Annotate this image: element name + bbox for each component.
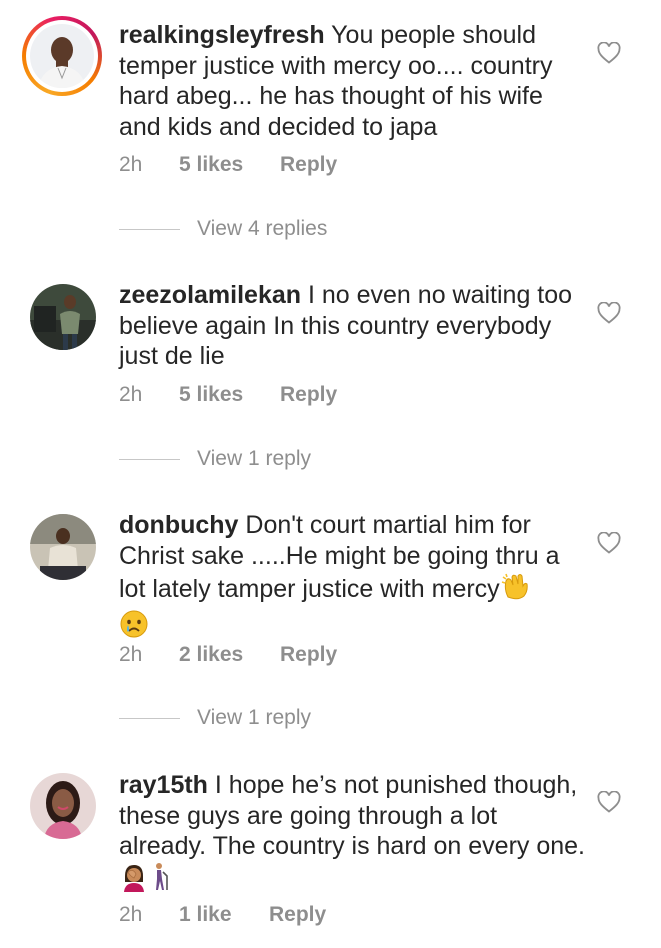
comment-meta: 2h 5 likes Reply bbox=[119, 153, 337, 177]
reply-button[interactable]: Reply bbox=[280, 643, 337, 667]
reply-button[interactable]: Reply bbox=[280, 383, 337, 407]
avatar-story-ring[interactable] bbox=[22, 16, 102, 96]
comment-text: realkingsleyfresh You people should temp… bbox=[119, 20, 589, 142]
view-replies-button[interactable]: View 4 replies bbox=[119, 217, 327, 241]
view-replies-button[interactable]: View 1 reply bbox=[119, 447, 311, 471]
comment-meta: 2h 1 like Reply bbox=[119, 903, 326, 927]
comment-time: 2h bbox=[119, 643, 143, 666]
view-replies-label: View 4 replies bbox=[197, 217, 328, 240]
like-heart-icon[interactable] bbox=[597, 532, 621, 554]
comment-text: donbuchy Don't court martial him for Chr… bbox=[119, 510, 589, 646]
comment-username[interactable]: realkingsleyfresh bbox=[119, 21, 325, 49]
comment-likes[interactable]: 5 likes bbox=[179, 383, 280, 407]
clapping-hands-emoji bbox=[500, 571, 530, 609]
reply-button[interactable]: Reply bbox=[280, 153, 337, 177]
comment-likes[interactable]: 1 like bbox=[179, 903, 269, 927]
comment-likes[interactable]: 5 likes bbox=[179, 153, 280, 177]
person-walking-with-cane-emoji bbox=[149, 862, 171, 900]
view-replies-button[interactable]: View 1 reply bbox=[119, 706, 311, 730]
avatar bbox=[30, 24, 94, 88]
view-replies-label: View 1 reply bbox=[197, 447, 312, 470]
comment-username[interactable]: ray15th bbox=[119, 771, 208, 799]
avatar[interactable] bbox=[30, 514, 96, 580]
divider-line bbox=[119, 228, 180, 230]
reply-button[interactable]: Reply bbox=[269, 903, 326, 927]
comment-text: ray15th I hope he’s not punished though,… bbox=[119, 770, 589, 899]
comment-time: 2h bbox=[119, 153, 143, 176]
divider-line bbox=[119, 458, 180, 460]
avatar[interactable] bbox=[30, 284, 96, 350]
comment-meta: 2h 2 likes Reply bbox=[119, 643, 337, 667]
comment-username[interactable]: donbuchy bbox=[119, 511, 238, 539]
comment-username[interactable]: zeezolamilekan bbox=[119, 281, 301, 309]
comment-likes[interactable]: 2 likes bbox=[179, 643, 280, 667]
crying-face-emoji bbox=[119, 609, 149, 647]
comment-time: 2h bbox=[119, 903, 143, 926]
avatar[interactable] bbox=[30, 773, 96, 839]
view-replies-label: View 1 reply bbox=[197, 706, 312, 729]
comment-meta: 2h 5 likes Reply bbox=[119, 383, 337, 407]
like-heart-icon[interactable] bbox=[597, 302, 621, 324]
comment-text: zeezolamilekan I no even no waiting too … bbox=[119, 280, 589, 372]
divider-line bbox=[119, 717, 180, 719]
like-heart-icon[interactable] bbox=[597, 42, 621, 64]
comment-time: 2h bbox=[119, 383, 143, 406]
like-heart-icon[interactable] bbox=[597, 791, 621, 813]
woman-facepalming-emoji bbox=[119, 862, 149, 900]
